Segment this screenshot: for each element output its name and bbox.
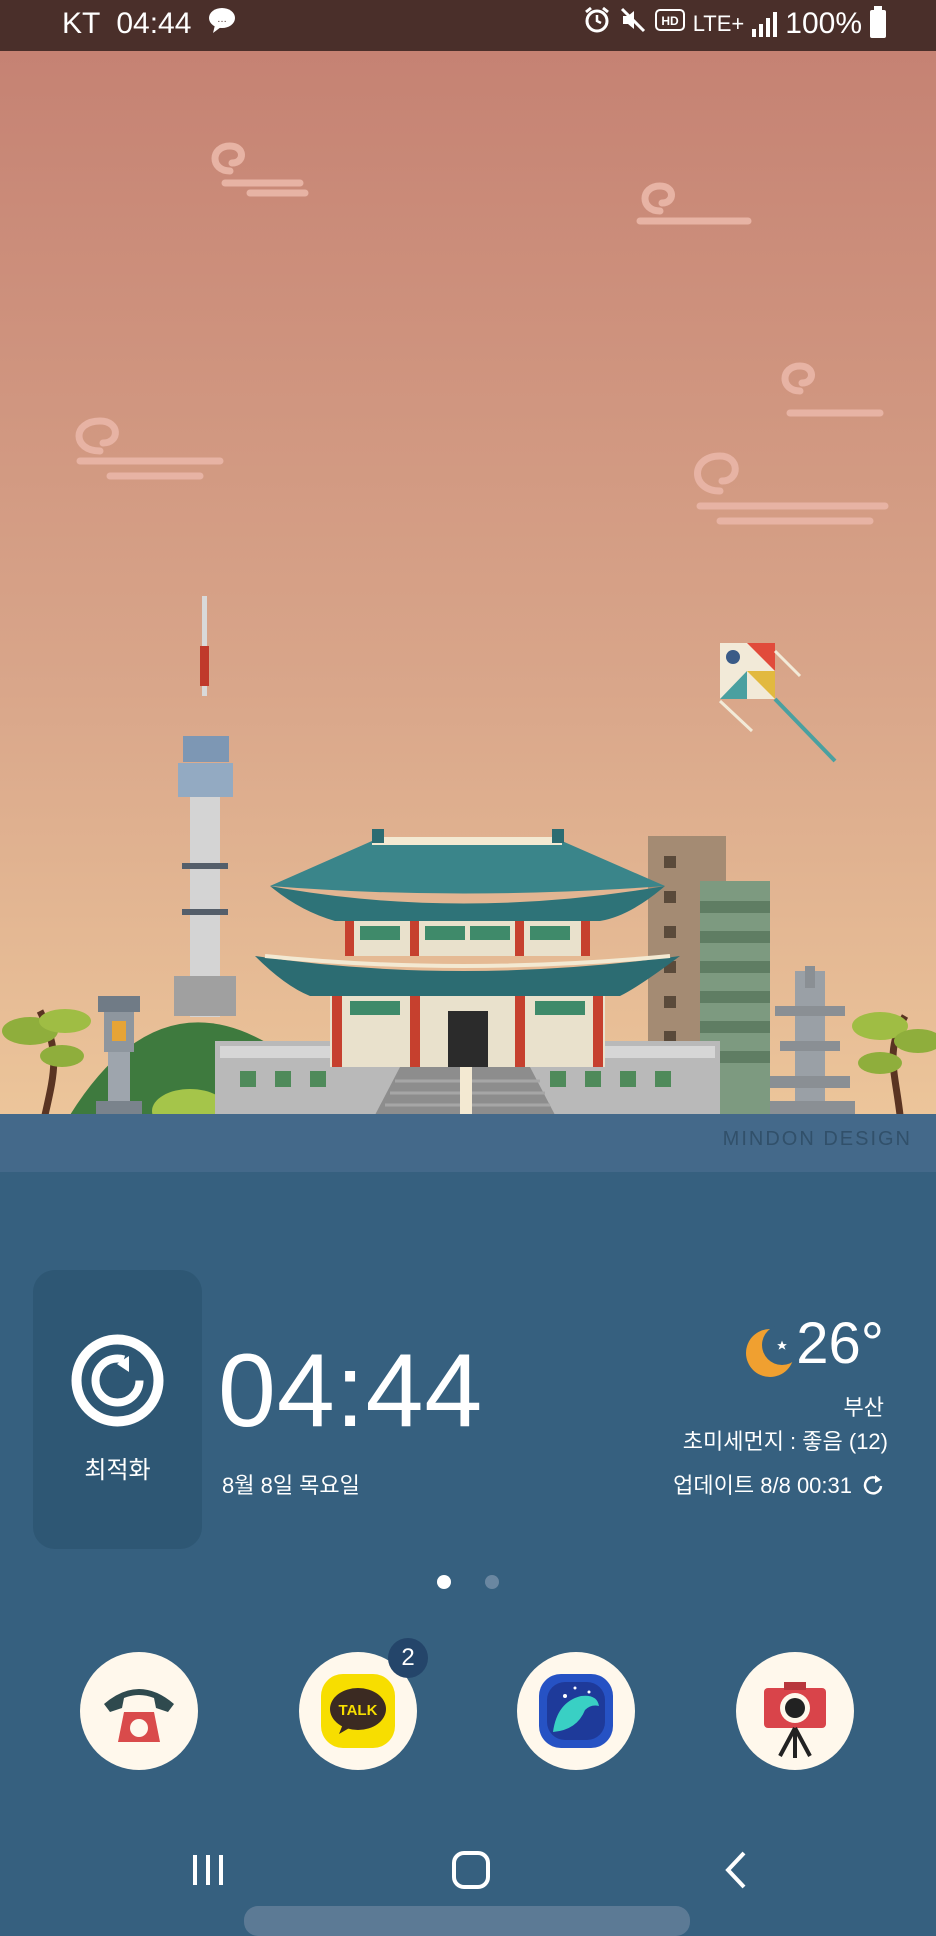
kakaotalk-badge: 2 xyxy=(388,1638,428,1678)
network-type-label: LTE+ xyxy=(692,10,745,36)
page-indicator-2[interactable] xyxy=(485,1575,499,1589)
status-time: 04:44 xyxy=(116,6,192,40)
status-bar: KT 04:44 … HD LTE+ 100% xyxy=(0,0,936,51)
alarm-icon xyxy=(583,6,611,41)
svg-text:TALK: TALK xyxy=(339,1702,378,1719)
wallpaper-illustration xyxy=(0,51,936,1115)
camera-icon xyxy=(764,1682,826,1758)
weather-city: 부산 xyxy=(843,1395,884,1420)
camera-app-button[interactable] xyxy=(736,1652,854,1770)
optimize-icon xyxy=(71,1334,164,1427)
clock-time[interactable]: 04:44 xyxy=(218,1332,483,1451)
whale-browser-app-button[interactable] xyxy=(517,1652,635,1770)
clock-date: 8월 8일 목요일 xyxy=(222,1473,360,1498)
recents-button[interactable] xyxy=(180,1845,240,1895)
phone-icon xyxy=(104,1689,174,1742)
signal-strength-icon xyxy=(752,11,778,37)
home-icon xyxy=(452,1851,490,1889)
battery-icon xyxy=(870,5,886,38)
chat-bubble-icon: … xyxy=(207,6,237,41)
page-indicator-1[interactable] xyxy=(437,1575,451,1589)
optimize-button[interactable]: 최적화 xyxy=(33,1270,202,1549)
weather-update-row[interactable]: 업데이트 8/8 00:31 xyxy=(673,1468,884,1500)
bottom-handle[interactable] xyxy=(244,1906,690,1936)
battery-percent: 100% xyxy=(785,6,862,40)
optimize-label: 최적화 xyxy=(84,1457,151,1484)
weather-fine-dust: 초미세먼지 : 좋음 (12) xyxy=(682,1429,888,1454)
mute-icon xyxy=(619,6,647,41)
carrier-label: KT xyxy=(62,6,101,40)
whale-browser-icon xyxy=(539,1674,613,1748)
svg-text:…: … xyxy=(217,14,227,25)
phone-app-button[interactable] xyxy=(80,1652,198,1770)
wallpaper-watermark: MINDON DESIGN xyxy=(722,1128,912,1150)
recents-icon xyxy=(193,1855,223,1885)
svg-text:HD: HD xyxy=(661,14,679,28)
back-icon xyxy=(725,1851,746,1889)
moon-icon xyxy=(746,1325,798,1377)
weather-updated-label: 업데이트 8/8 00:31 xyxy=(673,1473,852,1498)
weather-temperature[interactable]: 26° xyxy=(796,1310,884,1377)
hd-voice-icon: HD xyxy=(654,8,685,39)
refresh-icon[interactable] xyxy=(862,1473,884,1495)
home-button[interactable] xyxy=(442,1845,502,1895)
back-button[interactable] xyxy=(706,1845,766,1895)
